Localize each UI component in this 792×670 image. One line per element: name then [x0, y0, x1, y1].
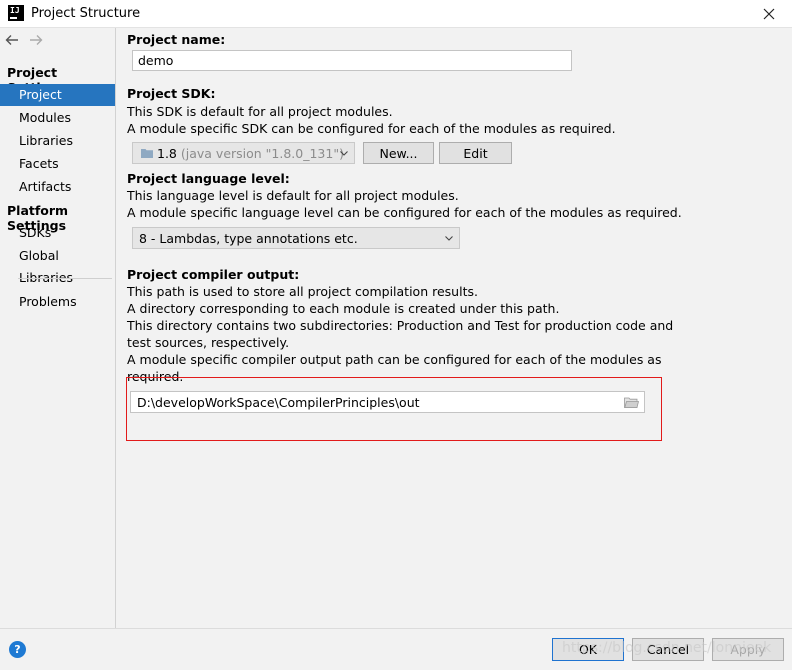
language-level-select[interactable]: 8 - Lambdas, type annotations etc. — [132, 227, 460, 249]
sidebar-item-sdks[interactable]: SDKs — [0, 222, 115, 244]
back-button[interactable] — [4, 33, 20, 47]
compiler-output-field — [130, 391, 645, 413]
apply-button[interactable]: Apply — [712, 638, 784, 661]
sidebar-item-problems[interactable]: Problems — [0, 291, 115, 313]
forward-button[interactable] — [28, 33, 44, 47]
sdk-version-detail: (java version "1.8.0_131") — [180, 146, 344, 161]
compiler-output-label: Project compiler output: — [127, 267, 300, 282]
project-name-input[interactable] — [132, 50, 572, 71]
ok-button[interactable]: OK — [552, 638, 624, 661]
language-description-2: A module specific language level can be … — [127, 205, 682, 220]
compiler-output-input[interactable] — [131, 392, 619, 412]
help-icon[interactable]: ? — [9, 641, 26, 658]
new-sdk-button[interactable]: New... — [363, 142, 434, 164]
edit-sdk-button[interactable]: Edit — [439, 142, 512, 164]
compiler-description-1: This path is used to store all project c… — [127, 284, 478, 299]
nav-arrows — [4, 33, 44, 47]
sidebar-item-modules[interactable]: Modules — [0, 107, 115, 129]
logo-text: IJ — [10, 6, 20, 15]
chevron-down-icon — [445, 236, 453, 241]
compiler-description-3: This directory contains two subdirectori… — [127, 318, 674, 333]
window-title: Project Structure — [31, 6, 141, 21]
close-icon — [763, 8, 775, 20]
title-bar: IJ Project Structure — [0, 0, 792, 28]
cancel-button[interactable]: Cancel — [632, 638, 704, 661]
compiler-description-5: A module specific compiler output path c… — [127, 352, 662, 367]
project-settings-panel: Project name: Project SDK: This SDK is d… — [117, 28, 792, 628]
language-level-value: 8 - Lambdas, type annotations etc. — [139, 231, 358, 246]
sdk-select[interactable]: 1.8 (java version "1.8.0_131") — [132, 142, 355, 164]
language-description-1: This language level is default for all p… — [127, 188, 459, 203]
sdk-version: 1.8 — [157, 146, 177, 161]
sidebar: Project Settings Project Modules Librari… — [0, 28, 116, 628]
project-sdk-label: Project SDK: — [127, 86, 216, 101]
sidebar-divider — [18, 278, 112, 279]
sidebar-item-facets[interactable]: Facets — [0, 153, 115, 175]
compiler-description-4: test sources, respectively. — [127, 335, 290, 350]
sdk-description-2: A module specific SDK can be configured … — [127, 121, 616, 136]
close-button[interactable] — [746, 0, 792, 28]
sidebar-item-project[interactable]: Project — [0, 84, 115, 106]
folder-icon[interactable] — [624, 397, 639, 408]
sdk-folder-icon — [141, 149, 153, 158]
project-name-label: Project name: — [127, 32, 226, 47]
sdk-select-value: 1.8 (java version "1.8.0_131") — [157, 146, 344, 161]
sdk-description-1: This SDK is default for all project modu… — [127, 104, 393, 119]
arrow-right-icon — [30, 35, 43, 45]
sidebar-item-libraries[interactable]: Libraries — [0, 130, 115, 152]
sidebar-item-artifacts[interactable]: Artifacts — [0, 176, 115, 198]
compiler-description-2: A directory corresponding to each module… — [127, 301, 560, 316]
arrow-left-icon — [5, 35, 18, 45]
dialog-footer: ? OK Cancel Apply — [0, 628, 792, 670]
chevron-down-icon — [340, 151, 348, 156]
sidebar-item-global-libraries[interactable]: Global Libraries — [0, 245, 115, 285]
intellij-logo-icon: IJ — [8, 5, 24, 21]
language-level-label: Project language level: — [127, 171, 290, 186]
